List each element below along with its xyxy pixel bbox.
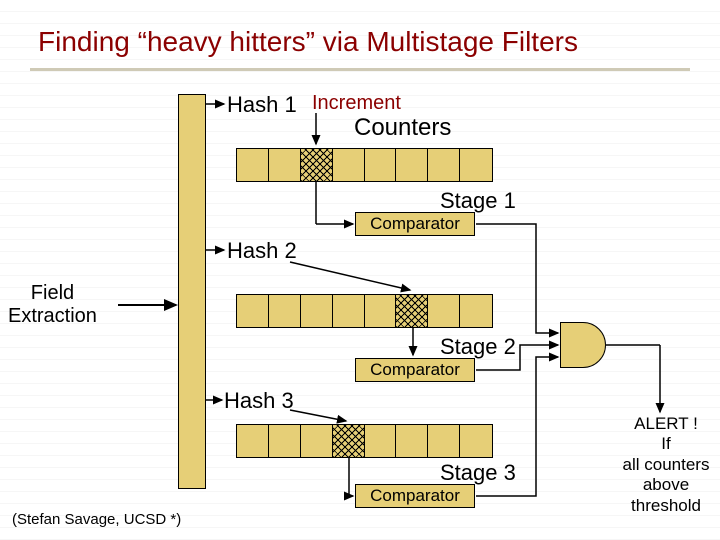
field-extraction-text: FieldExtraction	[8, 282, 97, 327]
counter-cell	[365, 425, 397, 457]
counter-cell	[269, 425, 301, 457]
alert-line: If	[614, 434, 718, 454]
comparator-1: Comparator	[355, 212, 475, 236]
alert-line: above	[614, 475, 718, 495]
stage3-label: Stage 3	[440, 460, 516, 486]
comparator-2: Comparator	[355, 358, 475, 382]
background-texture	[0, 0, 720, 540]
increment-label: Increment	[312, 92, 401, 115]
counter-cell	[237, 149, 269, 181]
counter-cell	[428, 295, 460, 327]
alert-line: all counters	[614, 455, 718, 475]
counter-cell	[428, 425, 460, 457]
alert-line: threshold	[614, 496, 718, 516]
counter-cell	[237, 295, 269, 327]
hash1-label: Hash 1	[227, 92, 297, 118]
counter-cell	[269, 149, 301, 181]
page-title: Finding “heavy hitters” via Multistage F…	[30, 26, 690, 68]
counter-cell-hit	[396, 295, 428, 327]
counter-cell	[460, 295, 492, 327]
title-bar: Finding “heavy hitters” via Multistage F…	[30, 26, 690, 71]
stage1-counters	[236, 148, 493, 182]
counter-cell	[365, 149, 397, 181]
comparator-3: Comparator	[355, 484, 475, 508]
counter-cell	[237, 425, 269, 457]
hash3-label: Hash 3	[224, 388, 294, 414]
counter-cell-hit	[301, 149, 333, 181]
counter-cell	[460, 425, 492, 457]
counter-cell	[301, 425, 333, 457]
alert-text: ALERT ! If all counters above threshold	[614, 414, 718, 516]
counter-cell	[428, 149, 460, 181]
counter-cell	[269, 295, 301, 327]
field-extraction-label: FieldExtraction	[8, 282, 97, 328]
counter-cell	[460, 149, 492, 181]
and-gate-body	[560, 322, 606, 368]
credit-line: (Stefan Savage, UCSD *)	[12, 511, 181, 528]
counter-cell	[396, 425, 428, 457]
stage3-counters	[236, 424, 493, 458]
counters-label: Counters	[354, 114, 451, 142]
hash2-label: Hash 2	[227, 238, 297, 264]
counter-cell	[396, 149, 428, 181]
counter-cell	[333, 149, 365, 181]
stage2-counters	[236, 294, 493, 328]
counter-cell	[301, 295, 333, 327]
counter-cell-hit	[333, 425, 365, 457]
stage1-label: Stage 1	[440, 188, 516, 214]
and-gate	[560, 322, 606, 368]
alert-line: ALERT !	[614, 414, 718, 434]
input-packet-bar	[178, 94, 206, 489]
counter-cell	[365, 295, 397, 327]
stage2-label: Stage 2	[440, 334, 516, 360]
counter-cell	[333, 295, 365, 327]
